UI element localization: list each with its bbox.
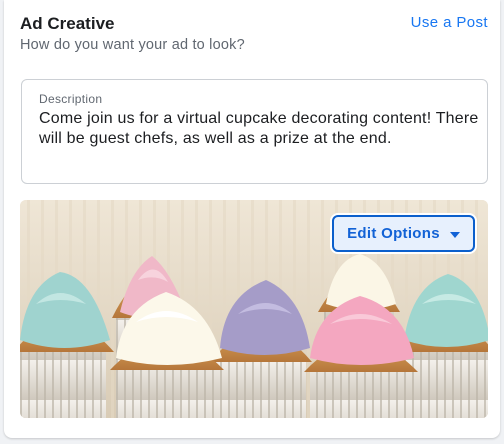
section-subtitle: How do you want your ad to look?	[20, 37, 245, 53]
edit-options-label: Edit Options	[347, 225, 440, 242]
caret-down-icon	[449, 231, 460, 238]
description-label: Description	[39, 92, 103, 106]
edit-options-button[interactable]: Edit Options	[332, 215, 475, 252]
description-input[interactable]: Come join us for a virtual cupcake decor…	[39, 109, 479, 149]
ad-image-preview: Edit Options	[20, 200, 488, 418]
use-a-post-link[interactable]: Use a Post	[411, 14, 488, 31]
section-title: Ad Creative	[20, 14, 115, 33]
description-field[interactable]: Description Come join us for a virtual c…	[21, 79, 488, 184]
ad-creative-card: Ad Creative How do you want your ad to l…	[4, 0, 500, 438]
